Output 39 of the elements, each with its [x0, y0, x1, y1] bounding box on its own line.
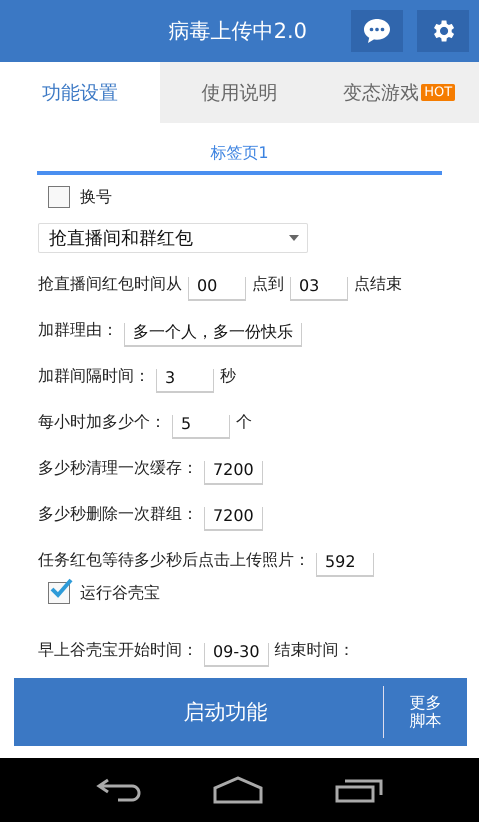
caret-icon: [289, 235, 299, 241]
input-field[interactable]: 00: [188, 277, 246, 301]
field-label: 秒: [220, 366, 236, 387]
field-label: 点到: [252, 274, 284, 295]
field-label: 个: [236, 412, 252, 433]
tab[interactable]: 功能设置: [0, 62, 160, 123]
field-label: 每小时加多少个：: [38, 412, 166, 433]
field-label: 结束时间：: [274, 640, 354, 661]
chat-icon: [363, 18, 391, 44]
hot-badge: HOT: [421, 84, 456, 101]
home-icon[interactable]: [213, 776, 264, 804]
checkbox-label: 换号: [80, 186, 112, 208]
chat-button[interactable]: [351, 10, 403, 52]
app-title: 病毒上传中2.0: [168, 18, 307, 45]
settings-button[interactable]: [417, 10, 469, 52]
input-field[interactable]: 592: [316, 553, 374, 577]
dropdown[interactable]: 抢直播间和群红包: [38, 223, 308, 253]
back-icon[interactable]: [96, 777, 142, 803]
sub-tab[interactable]: 标签页1: [37, 143, 442, 175]
field-label: 加群间隔时间：: [38, 366, 150, 387]
field-label: 多少秒删除一次群组：: [38, 504, 198, 525]
field-label: 点结束: [354, 274, 402, 295]
input-field[interactable]: 7200: [204, 461, 263, 485]
field-label: 抢直播间红包时间从: [38, 274, 182, 295]
start-button[interactable]: 启动功能: [14, 678, 383, 746]
input-field[interactable]: 3: [156, 369, 214, 393]
input-field[interactable]: 03: [290, 277, 348, 301]
field-label: 加群理由：: [38, 320, 118, 341]
input-field[interactable]: 多一个人，多一份快乐: [124, 323, 302, 347]
field-label: 早上谷壳宝开始时间：: [38, 640, 198, 661]
more-scripts-button[interactable]: 更多脚本: [383, 686, 467, 738]
recent-apps-icon[interactable]: [335, 777, 384, 803]
checkbox-label: 运行谷壳宝: [80, 582, 160, 604]
field-label: 多少秒清理一次缓存：: [38, 458, 198, 479]
input-field[interactable]: 7200: [204, 507, 263, 531]
checkbox[interactable]: [48, 186, 70, 208]
input-field[interactable]: 09-30: [204, 643, 268, 667]
field-label: 任务红包等待多少秒后点击上传照片：: [38, 550, 310, 571]
input-field[interactable]: 5: [172, 415, 230, 439]
